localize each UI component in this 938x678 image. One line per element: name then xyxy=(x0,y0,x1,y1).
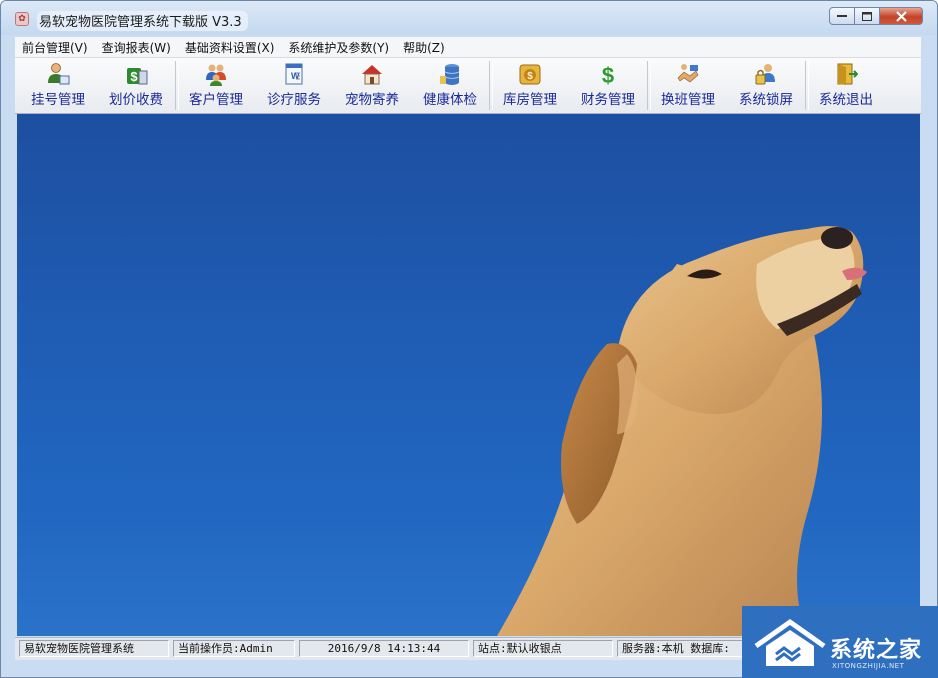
menu-reports[interactable]: 查询报表(W) xyxy=(95,39,178,56)
svg-text:$: $ xyxy=(602,63,614,86)
house-icon xyxy=(362,65,382,85)
menu-system-maintenance[interactable]: 系统维护及参数(Y) xyxy=(281,39,396,56)
toolbar-label: 宠物寄养 xyxy=(345,92,399,108)
close-icon xyxy=(895,10,907,22)
shift-change-button[interactable]: 换班管理 xyxy=(657,60,719,111)
customer-button[interactable]: 客户管理 xyxy=(185,60,247,111)
treatment-service-button[interactable]: W 诊疗服务 xyxy=(263,60,325,111)
customers-icon xyxy=(206,64,226,86)
toolbar-label: 财务管理 xyxy=(581,92,635,108)
exit-door-icon xyxy=(837,63,858,85)
lock-screen-button[interactable]: 系统锁屏 xyxy=(735,60,797,111)
status-datetime: 2016/9/8 14:13:44 xyxy=(299,640,469,657)
desktop-background xyxy=(17,114,920,636)
status-app-name: 易软宠物医院管理系统 xyxy=(19,640,169,657)
toolbar-separator xyxy=(805,61,809,110)
toolbar-label: 划价收费 xyxy=(109,92,163,108)
site-watermark: 系统之家 XITONGZHIJIA.NET xyxy=(742,606,938,678)
toolbar-label: 健康体检 xyxy=(423,92,477,108)
handshake-icon xyxy=(677,64,699,83)
lock-user-icon xyxy=(755,64,775,85)
house-logo-icon xyxy=(754,618,826,666)
dollar-icon: $ xyxy=(602,63,614,86)
close-button[interactable] xyxy=(879,7,923,25)
menu-help[interactable]: 帮助(Z) xyxy=(396,39,452,56)
toolbar-label: 挂号管理 xyxy=(31,92,85,108)
money-bag-icon: $ xyxy=(519,64,541,85)
toolbar-label: 客户管理 xyxy=(189,92,243,108)
window-title: 易软宠物医院管理系统下载版 V3.3 xyxy=(37,11,248,31)
status-station: 站点:默认收银点 xyxy=(473,640,613,657)
warehouse-button[interactable]: $ 库房管理 xyxy=(499,60,561,111)
pricing-charge-button[interactable]: $ 划价收费 xyxy=(105,60,167,111)
menu-bar: 前台管理(V) 查询报表(W) 基础资料设置(X) 系统维护及参数(Y) 帮助(… xyxy=(15,37,921,58)
watermark-subtext: XITONGZHIJIA.NET xyxy=(832,662,905,670)
watermark-text: 系统之家 xyxy=(830,638,923,663)
money-calculator-icon: $ xyxy=(127,68,148,85)
exit-button[interactable]: 系统退出 xyxy=(815,60,877,111)
health-check-button[interactable]: 健康体检 xyxy=(419,60,481,111)
toolbar-label: 换班管理 xyxy=(661,92,715,108)
minimize-button[interactable] xyxy=(829,7,855,25)
document-icon: W xyxy=(285,63,303,85)
toolbar-separator xyxy=(175,61,179,110)
maximize-icon xyxy=(862,11,872,21)
minimize-icon xyxy=(837,15,847,17)
toolbar-separator xyxy=(489,61,493,110)
database-icon xyxy=(440,64,460,85)
menu-front-desk[interactable]: 前台管理(V) xyxy=(15,39,95,56)
finance-button[interactable]: $ 财务管理 xyxy=(577,60,639,111)
pet-boarding-button[interactable]: 宠物寄养 xyxy=(341,60,403,111)
title-bar[interactable]: ✿ 易软宠物医院管理系统下载版 V3.3 xyxy=(1,1,937,35)
pet-app-icon[interactable]: ✿ xyxy=(15,12,29,26)
toolbar-label: 诊疗服务 xyxy=(267,92,321,108)
toolbar-label: 系统锁屏 xyxy=(739,92,793,108)
user-register-icon xyxy=(48,63,70,85)
svg-text:$: $ xyxy=(527,71,533,82)
toolbar-separator xyxy=(647,61,651,110)
toolbar-label: 库房管理 xyxy=(503,92,557,108)
svg-text:$: $ xyxy=(130,69,138,84)
maximize-button[interactable] xyxy=(854,7,880,25)
toolbar-label: 系统退出 xyxy=(819,92,873,108)
main-window: ✿ 易软宠物医院管理系统下载版 V3.3 前台管理(V) 查询报表(W) 基础资… xyxy=(0,0,938,678)
dog-wallpaper-image xyxy=(497,226,867,636)
status-operator: 当前操作员:Admin xyxy=(173,640,295,657)
register-button[interactable]: 挂号管理 xyxy=(27,60,89,111)
toolbar: 挂号管理 $ 划价收费 客户管理 W 诊疗服务 宠物寄养 健康体检 $ 库房管理… xyxy=(15,58,921,114)
menu-basic-settings[interactable]: 基础资料设置(X) xyxy=(178,39,282,56)
